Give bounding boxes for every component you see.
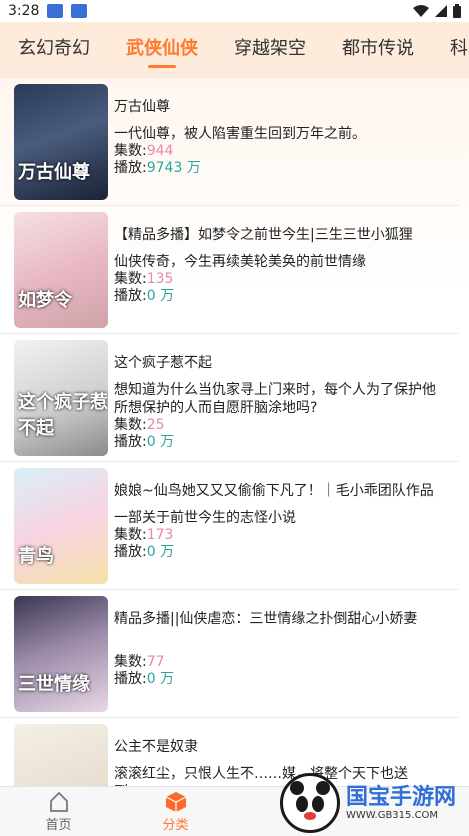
tab-wuxia[interactable]: 武侠仙侠 [108, 22, 216, 78]
home-icon [49, 791, 68, 812]
play-count: 播放:0 万 [114, 544, 449, 561]
play-count: 播放:0 万 [114, 434, 449, 451]
cover-image: 这个疯子惹不起 [14, 340, 108, 456]
list-item[interactable]: 三世情缘 精品多播||仙侠虐恋：三世情缘之扑倒甜心小娇妻 集数:77 播放:0 … [0, 590, 459, 718]
episode-value: 25 [146, 417, 165, 433]
item-title: 精品多播||仙侠虐恋：三世情缘之扑倒甜心小娇妻 [114, 611, 418, 627]
episode-label: 集数: [114, 654, 147, 670]
episode-value: 173 [146, 527, 174, 543]
cover-image: 如梦令 [14, 212, 108, 328]
item-info: 【精品多播】如梦令之前世今生|三生三世小狐狸 仙侠传奇，今生再续美轮美奂的前世情… [114, 212, 449, 333]
tab-dushi[interactable]: 都市传说 [324, 22, 432, 78]
status-time: 3:28 [8, 3, 40, 19]
cover-text: 如梦令 [18, 290, 72, 311]
item-description: 一代仙尊，被人陷害重生回到万年之前。 [114, 126, 366, 142]
episode-value: 135 [146, 271, 174, 287]
status-right [413, 4, 461, 18]
play-count: 播放:0 万 [114, 288, 449, 305]
watermark-url: WWW.GB315.COM [346, 809, 439, 821]
episode-label: 集数: [114, 527, 147, 543]
item-title: 这个疯子惹不起 [114, 355, 212, 371]
item-description: 仙侠传奇，今生再续美轮美奂的前世情缘 [114, 254, 366, 270]
episode-value: 77 [146, 654, 165, 670]
cover-text: 三世情缘 [18, 674, 90, 695]
tab-chuanyue[interactable]: 穿越架空 [216, 22, 324, 78]
cover-text: 这个疯子惹不起 [18, 392, 108, 439]
list-item[interactable]: 这个疯子惹不起 这个疯子惹不起 想知道为什么当仇家寻上门来时，每个人为了保护他所… [0, 334, 459, 462]
battery-icon [453, 4, 461, 18]
item-title: 万古仙尊 [114, 99, 170, 115]
play-value: 0 万 [146, 434, 175, 450]
nav-label: 首页 [45, 818, 72, 833]
cover-image: 万古仙尊 [14, 84, 108, 200]
category-icon [165, 792, 186, 812]
episode-count: 集数:25 [114, 417, 449, 434]
tab-label: 武侠仙侠 [126, 38, 198, 59]
play-value: 0 万 [146, 544, 175, 560]
item-title: 【精品多播】如梦令之前世今生|三生三世小狐狸 [114, 227, 413, 243]
cover-text: 万古仙尊 [18, 162, 90, 183]
episode-value: 944 [146, 143, 174, 159]
list-item[interactable]: 如梦令 【精品多播】如梦令之前世今生|三生三世小狐狸 仙侠传奇，今生再续美轮美奂… [0, 206, 459, 334]
list-item[interactable]: 青鸟 娘娘~仙鸟她又又又偷偷下凡了！｜毛小乖团队作品 一部关于前世今生的志怪小说… [0, 462, 459, 590]
play-value: 0 万 [146, 671, 175, 687]
play-count: 播放:9743 万 [114, 160, 449, 177]
cover-text: 青鸟 [18, 546, 54, 567]
play-label: 播放: [114, 544, 147, 560]
notification-app-icon-2 [71, 4, 88, 18]
item-title: 公主不是奴隶 [114, 739, 198, 755]
tab-ke[interactable]: 科 [432, 22, 469, 78]
panda-logo-icon [280, 773, 340, 833]
notification-app-icon [47, 4, 64, 18]
episode-label: 集数: [114, 143, 147, 159]
nav-label: 分类 [162, 818, 189, 833]
episode-count: 集数:77 [114, 654, 449, 671]
cover-image: 公主 [14, 724, 108, 786]
tab-xuanhuan[interactable]: 玄幻奇幻 [0, 22, 108, 78]
tab-label: 玄幻奇幻 [18, 38, 90, 59]
wifi-icon [413, 5, 429, 17]
list-item[interactable]: 万古仙尊 万古仙尊 一代仙尊，被人陷害重生回到万年之前。 集数:944 播放:9… [0, 78, 459, 206]
play-label: 播放: [114, 160, 147, 176]
tab-label: 科 [450, 38, 468, 59]
episode-count: 集数:173 [114, 527, 449, 544]
tab-label: 穿越架空 [234, 38, 306, 59]
play-label: 播放: [114, 671, 147, 687]
episode-label: 集数: [114, 271, 147, 287]
nav-category[interactable]: 分类 [117, 787, 234, 836]
signal-icon [435, 5, 447, 17]
play-count: 播放:0 万 [114, 671, 449, 688]
item-title: 娘娘~仙鸟她又又又偷偷下凡了！｜毛小乖团队作品 [114, 483, 434, 499]
item-description: 想知道为什么当仇家寻上门来时，每个人为了保护他所想保护的人而自愿肝脑涂地吗? [114, 382, 436, 416]
item-info: 这个疯子惹不起 想知道为什么当仇家寻上门来时，每个人为了保护他所想保护的人而自愿… [114, 340, 449, 461]
cover-image: 三世情缘 [14, 596, 108, 712]
play-value: 0 万 [146, 288, 175, 304]
status-bar: 3:28 [0, 0, 469, 22]
nav-home[interactable]: 首页 [0, 787, 117, 836]
watermark-text: 国宝手游网 [346, 784, 457, 810]
play-label: 播放: [114, 434, 147, 450]
play-label: 播放: [114, 288, 147, 304]
episode-label: 集数: [114, 417, 147, 433]
episode-count: 集数:135 [114, 271, 449, 288]
cover-image: 青鸟 [14, 468, 108, 584]
category-tab-bar: 玄幻奇幻 武侠仙侠 穿越架空 都市传说 科 [0, 22, 469, 78]
item-description: 一部关于前世今生的志怪小说 [114, 510, 296, 526]
item-info: 娘娘~仙鸟她又又又偷偷下凡了！｜毛小乖团队作品 一部关于前世今生的志怪小说 集数… [114, 468, 449, 589]
item-info: 精品多播||仙侠虐恋：三世情缘之扑倒甜心小娇妻 集数:77 播放:0 万 [114, 596, 449, 717]
item-info: 万古仙尊 一代仙尊，被人陷害重生回到万年之前。 集数:944 播放:9743 万 [114, 84, 449, 205]
watermark-logo: 国宝手游网 WWW.GB315.COM [280, 770, 465, 836]
episode-count: 集数:944 [114, 143, 449, 160]
tab-label: 都市传说 [342, 38, 414, 59]
audiobook-list[interactable]: 万古仙尊 万古仙尊 一代仙尊，被人陷害重生回到万年之前。 集数:944 播放:9… [0, 78, 469, 786]
play-value: 9743 万 [146, 160, 201, 176]
